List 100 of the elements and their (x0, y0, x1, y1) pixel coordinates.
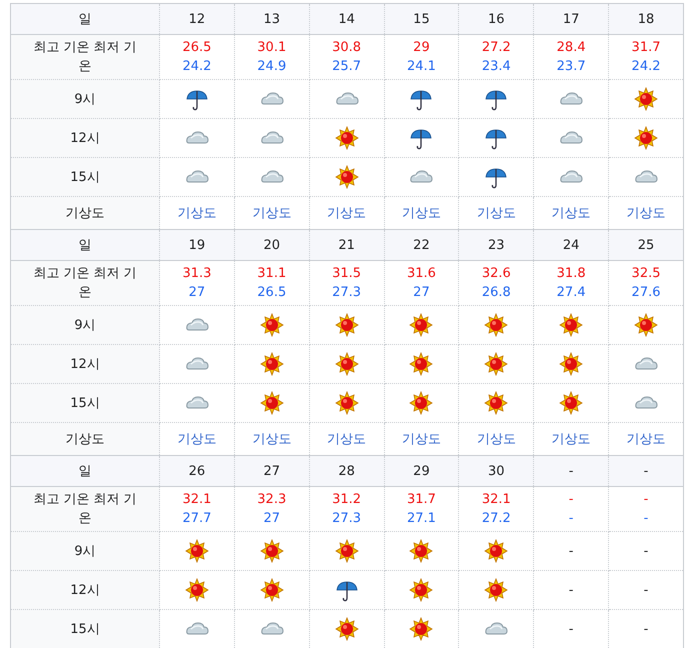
sun-icon (484, 578, 508, 602)
high-temperature: 30.1 (256, 39, 288, 57)
day-cell: 26 (160, 456, 234, 486)
day-cell: 19 (160, 230, 234, 260)
low-temperature: - (568, 510, 574, 528)
high-temperature: 32.5 (630, 265, 662, 283)
day-cell: 20 (234, 230, 310, 260)
sun-icon (484, 391, 508, 415)
row-label: 9시 (10, 532, 160, 570)
high-temperature: 29 (412, 39, 431, 57)
sun-icon (409, 539, 434, 563)
high-temperature: 28.4 (556, 39, 587, 57)
day-cell: 21 (309, 230, 384, 260)
sun-icon (634, 126, 658, 150)
sun-icon (334, 313, 359, 337)
day-cell: 12 (160, 4, 234, 34)
high-temperature: 32.6 (480, 265, 512, 283)
sun-icon (184, 539, 209, 563)
row-label: 15시 (10, 384, 160, 422)
row-label: 기상도 (10, 196, 160, 230)
row-label: 9시 (10, 80, 160, 118)
row-label: 일 (10, 4, 160, 34)
low-temperature: 24.1 (406, 58, 437, 76)
high-temperature: 31.5 (331, 265, 362, 283)
low-temperature: 23.4 (480, 58, 512, 76)
row-label: 최고 기온 최저 기온 (32, 39, 138, 76)
high-temperature: 30.8 (331, 39, 362, 57)
day-cell: 14 (309, 4, 384, 34)
sun-icon (334, 165, 359, 189)
day-cell: 18 (608, 4, 684, 34)
day-cell: 17 (534, 4, 609, 34)
low-temperature: 27.7 (181, 510, 212, 528)
row-label: 15시 (10, 158, 160, 196)
day-cell: - (534, 456, 609, 486)
high-temperature: 31.6 (406, 265, 437, 283)
row-label: 12시 (10, 118, 160, 158)
day-cell: 22 (384, 230, 459, 260)
high-temperature: 32.3 (256, 491, 288, 509)
sun-icon (334, 352, 359, 376)
low-temperature: 27 (412, 284, 431, 302)
sun-icon (334, 617, 359, 641)
high-temperature: 32.1 (480, 491, 512, 509)
sun-icon (409, 391, 434, 415)
low-temperature: 24.9 (256, 58, 288, 76)
low-temperature: 24.2 (181, 58, 212, 76)
low-temperature: 24.2 (630, 58, 662, 76)
row-label: 일 (10, 456, 160, 486)
low-temperature: - (642, 510, 650, 528)
day-cell: 13 (234, 4, 310, 34)
day-cell: 25 (608, 230, 684, 260)
sun-icon (334, 539, 359, 563)
high-temperature: - (568, 491, 574, 509)
day-cell: - (608, 456, 684, 486)
row-label: 기상도 (10, 422, 160, 456)
sun-icon (260, 313, 284, 337)
sun-icon (634, 313, 658, 337)
day-cell: 15 (384, 4, 459, 34)
sun-icon (409, 352, 434, 376)
low-temperature: 27.6 (630, 284, 662, 302)
low-temperature: 26.8 (480, 284, 512, 302)
row-label: 12시 (10, 570, 160, 610)
high-temperature: 26.5 (181, 39, 212, 57)
sun-icon (334, 391, 359, 415)
row-label: 12시 (10, 344, 160, 384)
low-temperature: 25.7 (331, 58, 362, 76)
sun-icon (484, 313, 508, 337)
high-temperature: 31.7 (406, 491, 437, 509)
high-temperature: 31.2 (331, 491, 362, 509)
low-temperature: 27.4 (556, 284, 587, 302)
sun-icon (559, 352, 584, 376)
table-cell: - (534, 570, 609, 610)
sun-icon (334, 126, 359, 150)
high-temperature: 32.1 (181, 491, 212, 509)
high-temperature: 31.8 (556, 265, 587, 283)
sun-icon (409, 313, 434, 337)
day-cell: 30 (458, 456, 534, 486)
row-label: 최고 기온 최저 기온 (32, 491, 138, 528)
sun-icon (559, 313, 584, 337)
sun-icon (260, 539, 284, 563)
high-temperature: - (642, 491, 650, 509)
sun-icon (260, 578, 284, 602)
low-temperature: 26.5 (256, 284, 288, 302)
day-cell: 16 (458, 4, 534, 34)
sun-icon (634, 87, 658, 111)
sun-icon (484, 352, 508, 376)
sun-icon (559, 391, 584, 415)
low-temperature: 27.3 (331, 510, 362, 528)
high-temperature: 31.1 (256, 265, 288, 283)
low-temperature: 27.2 (480, 510, 512, 528)
sun-icon (260, 391, 284, 415)
row-label: 9시 (10, 306, 160, 344)
sun-icon (484, 539, 508, 563)
row-label: 최고 기온 최저 기온 (32, 265, 138, 302)
high-temperature: 31.3 (181, 265, 212, 283)
low-temperature: 27 (262, 510, 282, 528)
day-cell: 23 (458, 230, 534, 260)
day-cell: 24 (534, 230, 609, 260)
day-cell: 28 (309, 456, 384, 486)
day-cell: 29 (384, 456, 459, 486)
row-label: 15시 (10, 610, 160, 648)
